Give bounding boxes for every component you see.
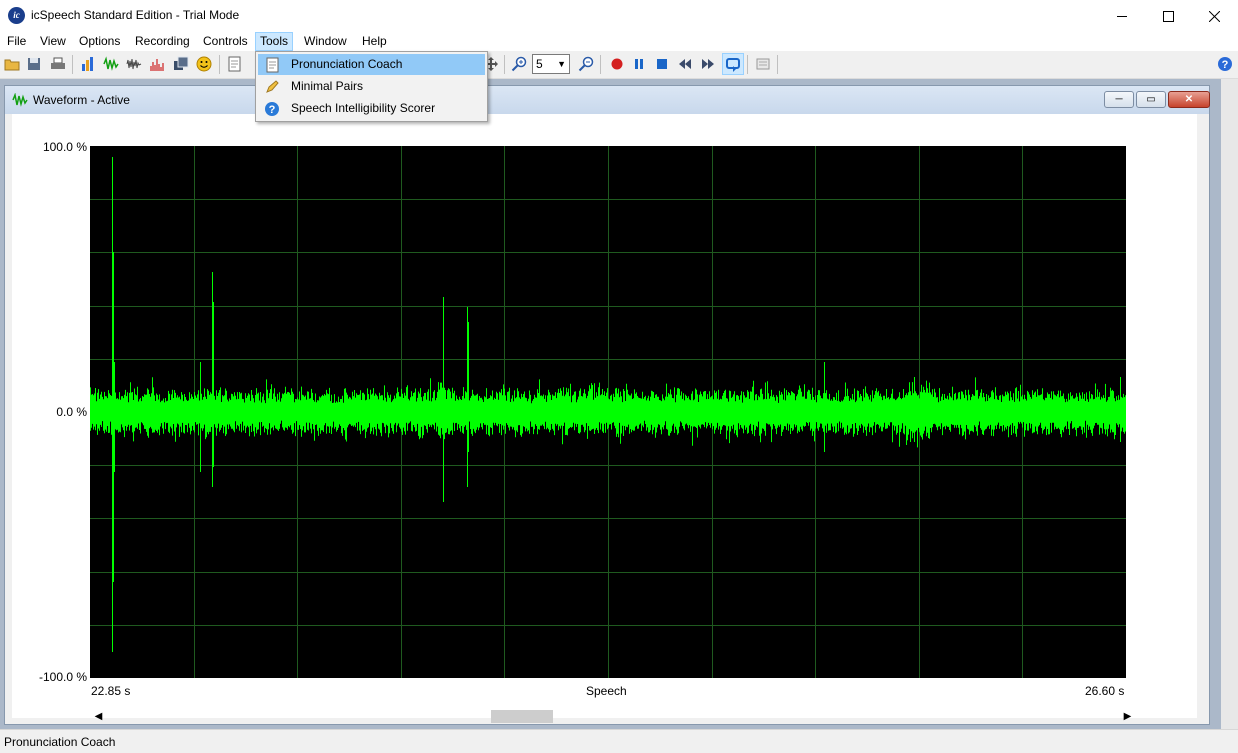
menu-controls[interactable]: Controls: [199, 33, 252, 50]
scroll-right-arrow-icon[interactable]: ▶: [1119, 708, 1136, 725]
smiley-icon[interactable]: [196, 56, 212, 72]
child-restore-button[interactable]: ▭: [1136, 91, 1166, 108]
toolbar-separator: [72, 55, 73, 74]
pause-icon[interactable]: [631, 56, 647, 72]
y-axis-label-top: 100.0 %: [42, 140, 87, 154]
open-icon[interactable]: [4, 56, 20, 72]
menu-recording[interactable]: Recording: [131, 33, 194, 50]
restore-icon: ▭: [1146, 94, 1156, 105]
notes-icon[interactable]: [755, 56, 771, 72]
svg-text:?: ?: [269, 104, 276, 116]
app-logo: ic: [8, 7, 25, 24]
horizontal-scrollbar[interactable]: ◀ ▶: [90, 708, 1136, 725]
print-icon[interactable]: [50, 56, 66, 72]
question-icon: ?: [265, 102, 279, 116]
toolbar-separator: [777, 55, 778, 74]
loop-icon: [726, 58, 740, 72]
chevron-down-icon: ▼: [557, 59, 566, 69]
menu-item-pronunciation-coach[interactable]: Pronunciation Coach: [258, 54, 485, 75]
pencil-icon: [266, 80, 279, 93]
toolbar-separator: [600, 55, 601, 74]
y-axis-label-bottom: -100.0 %: [38, 670, 87, 684]
child-minimize-button[interactable]: ─: [1104, 91, 1134, 108]
svg-text:?: ?: [1222, 59, 1229, 71]
waveform-icon: [12, 93, 28, 107]
help-icon[interactable]: ?: [1217, 56, 1233, 72]
toolbar-separator: [219, 55, 220, 74]
menu-file[interactable]: File: [3, 33, 30, 50]
menu-item-label: Speech Intelligibility Scorer: [291, 101, 436, 115]
save-all-icon[interactable]: [173, 56, 189, 72]
waveform-window: Waveform - Active ─ ▭ ✕ 100.0 % 0.0 % -1…: [4, 85, 1210, 725]
maximize-icon: [1162, 10, 1174, 22]
child-title-bar[interactable]: Waveform - Active ─ ▭ ✕: [5, 86, 1210, 114]
close-button[interactable]: [1191, 0, 1237, 31]
scroll-thumb[interactable]: [491, 710, 553, 723]
notebook-icon[interactable]: [226, 56, 242, 72]
mdi-area: Waveform - Active ─ ▭ ✕ 100.0 % 0.0 % -1…: [0, 79, 1238, 729]
zoom-value: 5: [536, 57, 543, 71]
x-axis-label-center: Speech: [586, 684, 627, 698]
toolbar-separator: [504, 55, 505, 74]
stop-icon[interactable]: [654, 56, 670, 72]
minimize-icon: [1116, 15, 1127, 17]
zoom-in-icon[interactable]: [511, 56, 527, 72]
menu-view[interactable]: View: [36, 33, 70, 50]
y-axis-label-mid: 0.0 %: [56, 405, 87, 419]
menu-options[interactable]: Options: [75, 33, 124, 50]
waveform-icon[interactable]: [103, 56, 119, 72]
menu-bar: File View Options Recording Controls Too…: [0, 31, 1238, 51]
waveform-client: 100.0 % 0.0 % -100.0 % 22.85 s Speech 26…: [12, 114, 1197, 723]
toolbar: 5 ▼ ?: [0, 51, 1238, 79]
zoom-out-icon[interactable]: [578, 56, 594, 72]
menu-item-speech-intelligibility-scorer[interactable]: ? Speech Intelligibility Scorer: [258, 98, 485, 119]
child-window-title: Waveform - Active: [33, 93, 130, 107]
minimize-icon: ─: [1115, 94, 1123, 105]
menu-help[interactable]: Help: [358, 33, 391, 50]
loop-button[interactable]: [722, 53, 744, 75]
menu-item-label: Pronunciation Coach: [291, 57, 403, 71]
tools-dropdown-menu: Pronunciation Coach Minimal Pairs ? Spee…: [255, 51, 488, 122]
menu-tools[interactable]: Tools: [255, 32, 294, 51]
status-bar: Pronunciation Coach: [0, 729, 1238, 753]
window-title: icSpeech Standard Edition - Trial Mode: [31, 8, 240, 22]
fast-forward-icon[interactable]: [700, 56, 716, 72]
close-icon: ✕: [1184, 94, 1194, 105]
toolbar-separator: [747, 55, 748, 74]
child-close-button[interactable]: ✕: [1168, 91, 1210, 108]
rewind-icon[interactable]: [677, 56, 693, 72]
menu-item-minimal-pairs[interactable]: Minimal Pairs: [258, 76, 485, 97]
spectrum-icon[interactable]: [126, 56, 142, 72]
close-icon: [1208, 10, 1220, 23]
menu-item-label: Minimal Pairs: [291, 79, 364, 93]
title-bar: ic icSpeech Standard Edition - Trial Mod…: [0, 0, 1238, 31]
minimize-button[interactable]: [1099, 0, 1145, 31]
zoom-select[interactable]: 5 ▼: [532, 54, 570, 74]
bar-chart-icon[interactable]: [80, 56, 96, 72]
x-axis-label-start: 22.85 s: [91, 684, 131, 698]
save-icon[interactable]: [26, 56, 42, 72]
waveform-plot[interactable]: [90, 146, 1126, 678]
scroll-left-arrow-icon[interactable]: ◀: [90, 708, 107, 725]
waveform-svg: [90, 146, 1126, 678]
notebook-icon: [266, 57, 279, 73]
x-axis-label-end: 26.60 s: [1085, 684, 1125, 698]
status-text: Pronunciation Coach: [4, 735, 116, 749]
mdi-vertical-scrollbar[interactable]: [1221, 79, 1238, 729]
histogram-icon[interactable]: [149, 56, 165, 72]
maximize-button[interactable]: [1145, 0, 1191, 31]
menu-window[interactable]: Window: [300, 33, 351, 50]
record-icon[interactable]: [609, 56, 625, 72]
